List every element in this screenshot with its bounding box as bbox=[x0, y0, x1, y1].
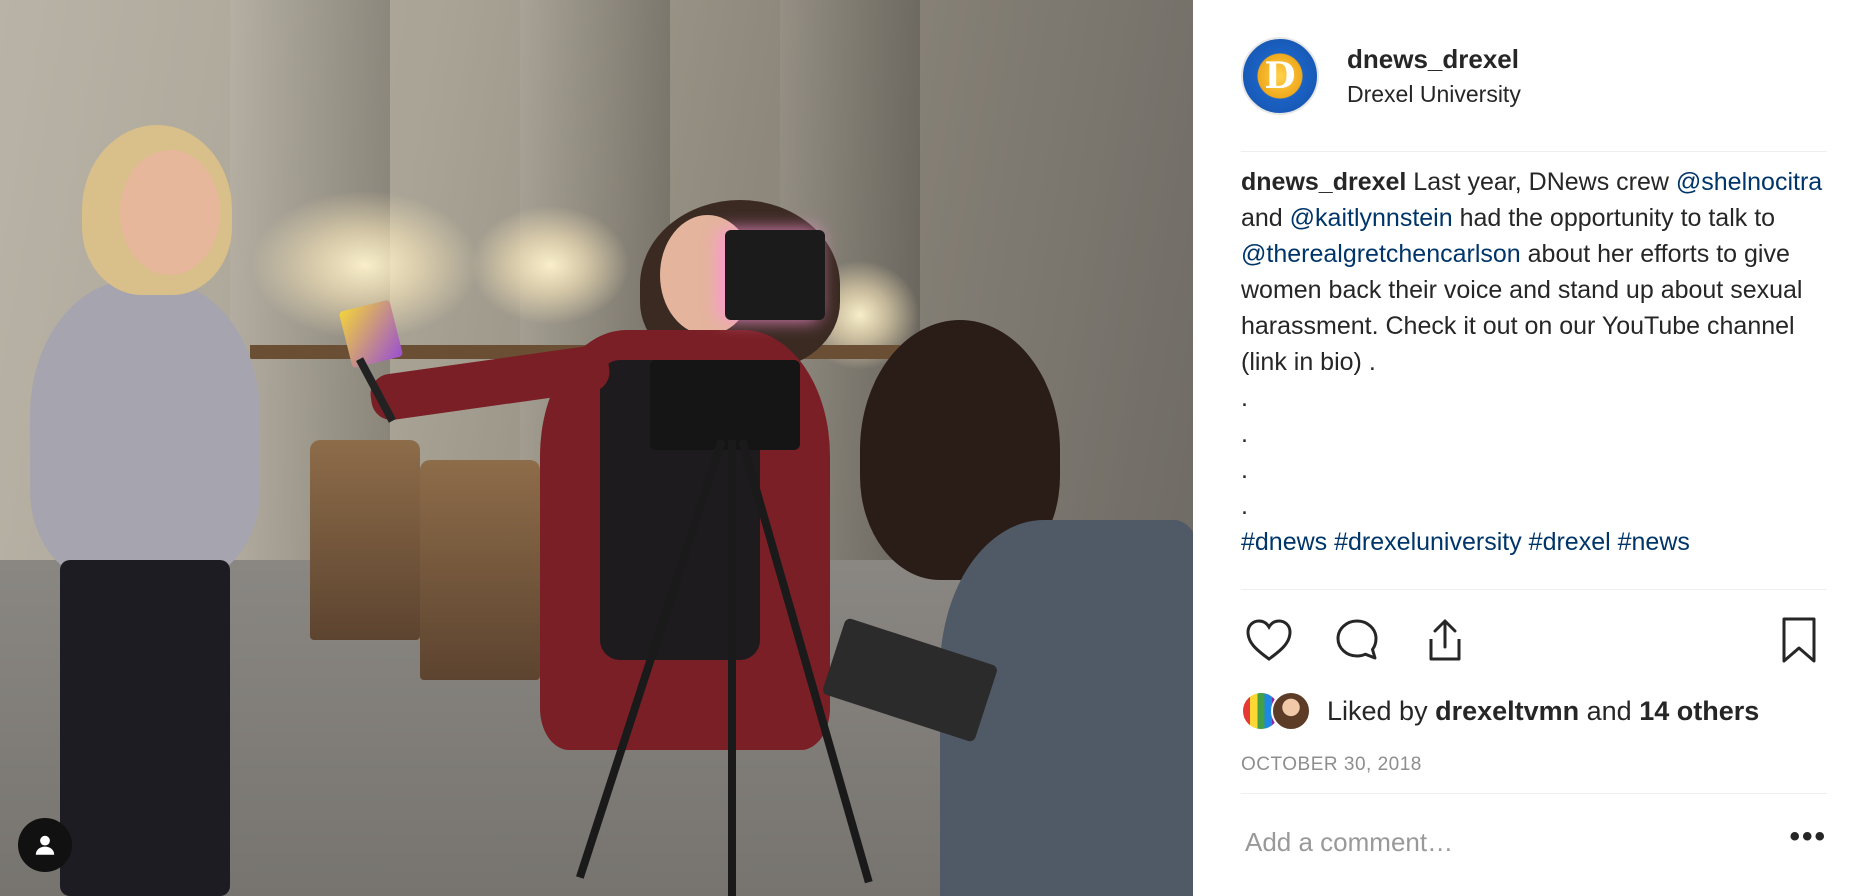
post-date[interactable]: OCTOBER 30, 2018 bbox=[1241, 754, 1827, 794]
author-username-link[interactable]: dnews_drexel bbox=[1347, 44, 1521, 75]
photo-camera bbox=[650, 360, 800, 450]
other-likers-link[interactable]: 14 others bbox=[1639, 696, 1759, 727]
caption-text: had the opportunity to talk to bbox=[1452, 204, 1776, 232]
likes-prefix: Liked by bbox=[1327, 695, 1436, 726]
caption-text: Last year, DNews crew bbox=[1406, 168, 1676, 196]
likes-joiner: and bbox=[1579, 695, 1640, 726]
save-button[interactable] bbox=[1771, 612, 1827, 668]
caption-hashtag[interactable]: #drexeluniversity bbox=[1334, 528, 1522, 556]
comment-button[interactable] bbox=[1329, 612, 1385, 668]
post-photo[interactable] bbox=[0, 0, 1193, 896]
caption-mention[interactable]: @shelnocitra bbox=[1676, 168, 1822, 196]
comment-icon bbox=[1336, 619, 1378, 660]
caption-mention[interactable]: @kaitlynnstein bbox=[1290, 204, 1453, 232]
post-actions bbox=[1241, 590, 1827, 690]
more-options-button[interactable]: ••• bbox=[1789, 822, 1827, 852]
post-caption: dnews_drexel Last year, DNews crew @shel… bbox=[1241, 152, 1827, 590]
post-header: D dnews_drexel Drexel University bbox=[1241, 0, 1827, 152]
post-side-panel: D dnews_drexel Drexel University dnews_d… bbox=[1193, 0, 1862, 896]
caption-dot: . bbox=[1241, 492, 1248, 520]
like-button[interactable] bbox=[1241, 612, 1297, 668]
photo-seat bbox=[310, 440, 420, 640]
photo-wall-light bbox=[470, 205, 630, 325]
comment-row: ••• bbox=[1241, 794, 1827, 890]
caption-username[interactable]: dnews_drexel bbox=[1241, 168, 1406, 196]
caption-hashtag[interactable]: #drexel bbox=[1529, 528, 1611, 556]
caption-dot: . bbox=[1241, 420, 1248, 448]
comment-input[interactable] bbox=[1241, 826, 1761, 858]
photo-tripod-leg bbox=[728, 440, 736, 896]
tagged-users-button[interactable] bbox=[18, 818, 72, 872]
share-icon bbox=[1429, 619, 1461, 661]
first-liker-link[interactable]: drexeltvmn bbox=[1435, 696, 1579, 727]
bookmark-icon bbox=[1782, 617, 1816, 663]
photo-subject-face bbox=[120, 150, 220, 275]
post-location[interactable]: Drexel University bbox=[1347, 81, 1521, 108]
avatar-letter: D bbox=[1264, 54, 1296, 97]
caption-hashtag[interactable]: #dnews bbox=[1241, 528, 1327, 556]
photo-subject-body bbox=[30, 280, 260, 580]
photo-camera-light bbox=[725, 230, 825, 320]
liker-avatars[interactable] bbox=[1241, 690, 1315, 732]
heart-icon bbox=[1246, 619, 1292, 661]
liker-avatar[interactable] bbox=[1271, 691, 1311, 731]
share-button[interactable] bbox=[1417, 612, 1473, 668]
caption-dot: . bbox=[1241, 384, 1248, 412]
dnews-logo-icon[interactable]: D bbox=[1241, 36, 1319, 115]
likes-row: Liked by drexeltvmn and 14 others bbox=[1241, 690, 1827, 732]
photo-seat bbox=[420, 460, 540, 680]
caption-hashtag[interactable]: #news bbox=[1618, 528, 1690, 556]
instagram-post: D dnews_drexel Drexel University dnews_d… bbox=[0, 0, 1862, 896]
user-icon bbox=[35, 835, 55, 855]
post-header-text: dnews_drexel Drexel University bbox=[1347, 44, 1521, 108]
caption-mention[interactable]: @therealgretchencarlson bbox=[1241, 240, 1521, 268]
caption-text: and bbox=[1241, 204, 1290, 232]
photo-subject-legs bbox=[60, 560, 230, 896]
caption-dot: . bbox=[1241, 456, 1248, 484]
